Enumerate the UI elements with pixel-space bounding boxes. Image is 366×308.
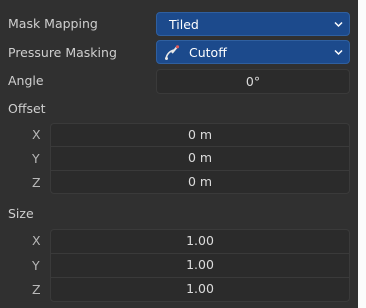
mask-mapping-value: Tiled [169,17,199,32]
angle-field[interactable]: 0° [156,69,350,94]
offset-label: Offset [8,101,46,116]
size-label: Size [8,206,34,221]
chevron-down-icon [334,21,343,28]
size-y-field[interactable]: 1.00 [50,253,350,277]
offset-x-field[interactable]: 0 m [50,123,350,146]
size-z-label: Z [32,282,41,297]
size-z-field[interactable]: 1.00 [50,277,350,302]
offset-y-label: Y [32,151,40,166]
offset-x-label: X [32,127,41,142]
size-x-field[interactable]: 1.00 [50,229,350,253]
pressure-masking-dropdown[interactable]: Cutoff [156,40,350,64]
size-x-label: X [32,233,41,248]
angle-label: Angle [8,73,44,88]
size-y-label: Y [32,258,40,273]
offset-z-field[interactable]: 0 m [50,170,350,194]
pressure-curve-icon [165,45,180,60]
mask-mapping-label: Mask Mapping [8,16,98,31]
pressure-masking-label: Pressure Masking [8,45,117,60]
pressure-masking-value: Cutoff [189,45,227,60]
window-edge [358,0,366,308]
mask-mapping-dropdown[interactable]: Tiled [156,12,350,36]
offset-z-label: Z [32,175,41,190]
chevron-down-icon [334,49,343,56]
offset-y-field[interactable]: 0 m [50,146,350,170]
brush-texture-mask-panel: Mask Mapping Tiled Pressure Masking Cuto… [0,0,358,308]
